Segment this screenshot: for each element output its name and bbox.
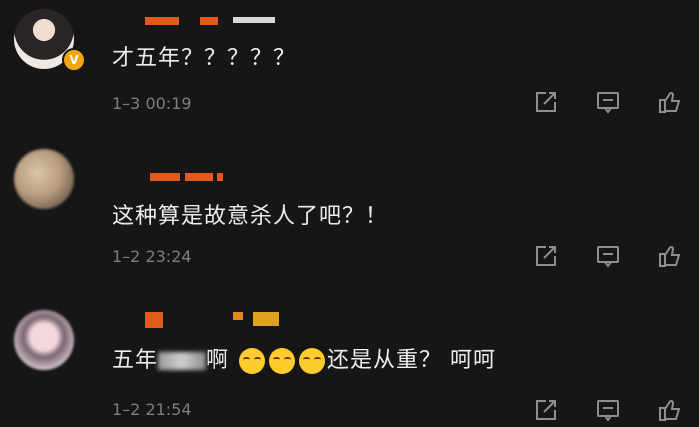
comment-text: 五年 啊 还是从重？ 呵呵 [112, 342, 496, 374]
comment-actions [533, 243, 683, 269]
comment-item: 这种算是故意杀人了吧？！ 1–2 23:24 [0, 140, 699, 280]
share-icon[interactable] [533, 397, 559, 423]
comment-time: 1–2 23:24 [112, 247, 192, 266]
grin-emoji-icon [299, 348, 326, 374]
comment-item: V 才五年？？？？？ 1–3 00:19 [0, 0, 699, 140]
comment-icon[interactable] [595, 89, 621, 115]
comment-item: 五年 啊 还是从重？ 呵呵 1–2 21:54 [0, 280, 699, 425]
comment-time: 1–3 00:19 [112, 94, 192, 113]
avatar[interactable] [14, 310, 74, 370]
verified-badge-icon: V [62, 48, 86, 72]
comment-icon[interactable] [595, 397, 621, 423]
like-icon[interactable] [657, 397, 683, 423]
comment-text-part: 五年 [112, 348, 159, 373]
like-icon[interactable] [657, 243, 683, 269]
comment-actions [533, 397, 683, 423]
comment-text-part: 啊 [206, 348, 230, 373]
comment-text-part: 还是从重？ 呵呵 [327, 348, 497, 373]
comment-text: 这种算是故意杀人了吧？！ [112, 204, 389, 229]
comment-time: 1–2 21:54 [112, 400, 192, 419]
share-icon[interactable] [533, 243, 559, 269]
grin-emoji-icon [239, 348, 266, 374]
share-icon[interactable] [533, 89, 559, 115]
grin-emoji-icon [269, 348, 296, 374]
comment-icon[interactable] [595, 243, 621, 269]
comment-text: 才五年？？？？？ [112, 46, 297, 71]
like-icon[interactable] [657, 89, 683, 115]
comment-actions [533, 89, 683, 115]
avatar[interactable] [14, 149, 74, 209]
redacted-text [158, 352, 207, 370]
